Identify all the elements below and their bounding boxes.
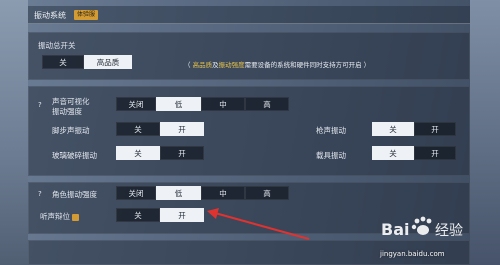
character-strength-mid[interactable]: 中 bbox=[201, 186, 245, 200]
server-badge: 体验服 bbox=[74, 10, 99, 20]
gunshot-off[interactable]: 关 bbox=[372, 122, 414, 136]
character-strength-off[interactable]: 关闭 bbox=[116, 186, 156, 200]
background-left-scenery bbox=[0, 0, 28, 265]
red-arrow-icon bbox=[207, 208, 310, 240]
character-strength-low[interactable]: 低 bbox=[156, 186, 201, 200]
sound-strength-high[interactable]: 高 bbox=[245, 97, 289, 111]
character-strength-label: 角色振动强度 bbox=[52, 190, 97, 199]
master-option-off[interactable]: 关 bbox=[42, 55, 84, 69]
note-open: （ bbox=[184, 61, 193, 69]
gunshot-segment: 关 开 bbox=[372, 122, 456, 136]
footstep-off[interactable]: 关 bbox=[116, 122, 160, 136]
gunshot-on[interactable]: 开 bbox=[414, 122, 456, 136]
listen-position-segment: 关 开 bbox=[116, 208, 204, 222]
sound-strength-label-2: 振动强度 bbox=[52, 107, 82, 116]
glass-on[interactable]: 开 bbox=[160, 146, 204, 160]
watermark-url: jingyan.baidu.com bbox=[380, 250, 445, 258]
vehicle-off[interactable]: 关 bbox=[372, 146, 414, 160]
note-strength: 振动强度 bbox=[218, 61, 245, 69]
master-option-high-quality[interactable]: 高品质 bbox=[84, 55, 132, 69]
footstep-segment: 关 开 bbox=[116, 122, 204, 136]
listen-position-on[interactable]: 开 bbox=[160, 208, 204, 222]
svg-text:经验: 经验 bbox=[435, 223, 463, 239]
sound-strength-help-icon[interactable]: ? bbox=[38, 101, 42, 109]
listen-position-off[interactable]: 关 bbox=[116, 208, 160, 222]
character-strength-high[interactable]: 高 bbox=[245, 186, 289, 200]
gunshot-label: 枪声振动 bbox=[316, 126, 346, 135]
sound-strength-off[interactable]: 关闭 bbox=[116, 97, 156, 111]
vehicle-label: 载具振动 bbox=[316, 151, 346, 160]
sound-strength-segment: 关闭 低 中 高 bbox=[116, 97, 289, 111]
glass-label: 玻璃破碎振动 bbox=[52, 151, 97, 160]
footstep-label: 脚步声振动 bbox=[52, 126, 90, 135]
master-switch-label: 振动总开关 bbox=[38, 41, 76, 50]
sound-strength-mid[interactable]: 中 bbox=[201, 97, 245, 111]
glass-off[interactable]: 关 bbox=[116, 146, 160, 160]
listen-position-label: 听声辩位 bbox=[40, 211, 79, 222]
footstep-on[interactable]: 开 bbox=[160, 122, 204, 136]
support-note: （ 高品质及振动强度需要设备的系统和硬件同时支持方可开启 ） bbox=[184, 59, 370, 69]
sound-strength-low[interactable]: 低 bbox=[156, 97, 201, 111]
note-high-quality: 高品质 bbox=[192, 61, 213, 69]
page-title: 振动系统 bbox=[34, 11, 66, 20]
master-switch-segment: 关 高品质 bbox=[42, 55, 132, 69]
vehicle-segment: 关 开 bbox=[372, 146, 456, 160]
character-strength-help-icon[interactable]: ? bbox=[38, 190, 42, 198]
new-badge-icon bbox=[72, 213, 79, 221]
svg-text:Bai: Bai bbox=[381, 220, 409, 239]
vehicle-on[interactable]: 开 bbox=[414, 146, 456, 160]
listen-position-text: 听声辩位 bbox=[40, 212, 70, 221]
character-strength-segment: 关闭 低 中 高 bbox=[116, 186, 289, 200]
note-rest: 需要设备的系统和硬件同时支持方可开启 ） bbox=[244, 61, 371, 69]
glass-segment: 关 开 bbox=[116, 146, 204, 160]
